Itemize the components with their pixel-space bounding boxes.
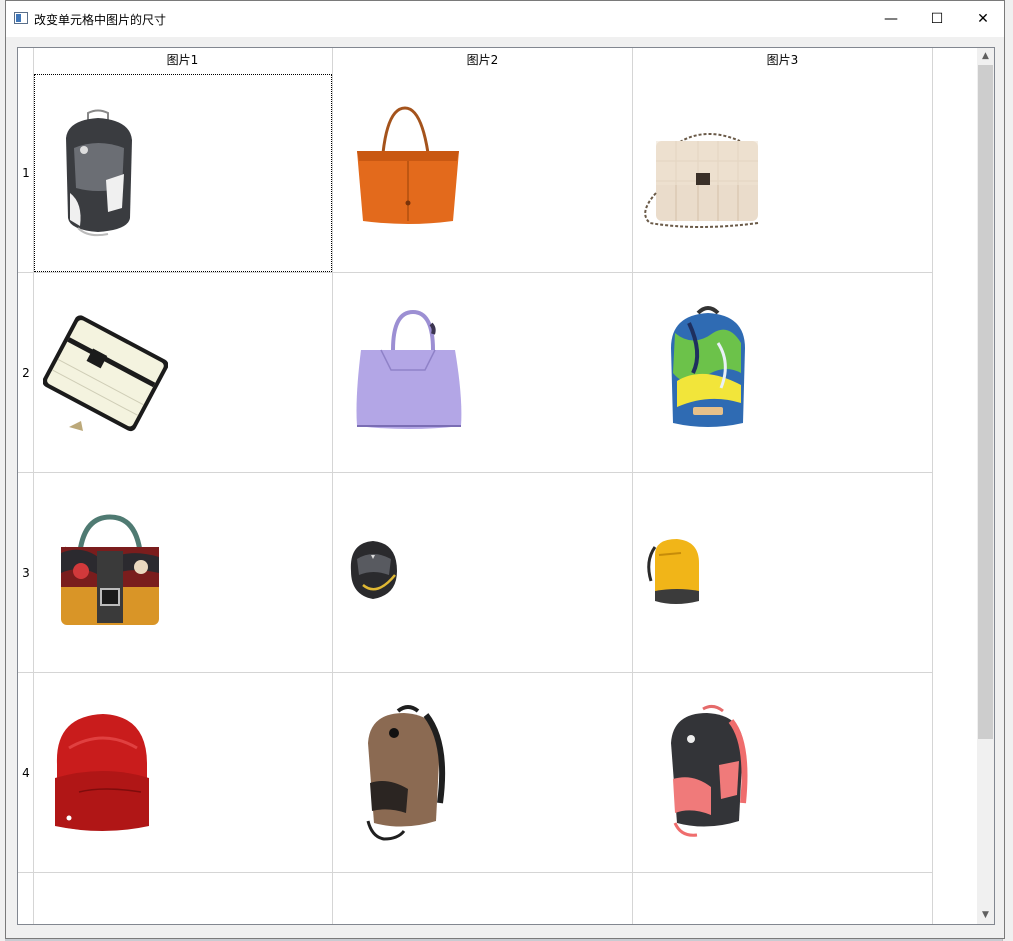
row-header-4[interactable]: 4 — [18, 673, 34, 873]
minimize-button[interactable]: — — [868, 1, 914, 37]
app-icon — [14, 12, 28, 24]
grid-cell-r5c2[interactable] — [333, 873, 633, 924]
window-title: 改变单元格中图片的尺寸 — [34, 13, 167, 27]
column-header-2[interactable]: 图片2 — [333, 48, 633, 73]
row-header-1[interactable]: 1 — [18, 73, 34, 273]
scroll-up-button[interactable]: ▲ — [977, 48, 994, 65]
maximize-button[interactable]: ☐ — [914, 1, 960, 37]
vertical-scrollbar[interactable]: ▲ ▼ — [977, 48, 994, 924]
grid-cell-r5c1[interactable] — [33, 873, 333, 924]
red-backpack-image — [55, 714, 149, 831]
orange-tote-image — [357, 106, 459, 224]
grid-cell-r3c3[interactable] — [633, 473, 933, 673]
lavender-handbag-image — [356, 309, 462, 429]
pink-black-backpack-image — [671, 704, 748, 837]
row-header-2[interactable]: 2 — [18, 273, 34, 473]
column-header-1[interactable]: 图片1 — [33, 48, 333, 73]
brown-backpack-image — [366, 705, 446, 841]
grid-cell-r2c2[interactable] — [333, 273, 633, 473]
grid-cell-r2c3[interactable] — [633, 273, 933, 473]
black-helmet-backpack-image — [350, 541, 397, 599]
title-bar[interactable]: 改变单元格中图片的尺寸 — ☐ ✕ — [6, 1, 1004, 37]
grid-cell-r3c1[interactable] — [33, 473, 333, 673]
column-header-3[interactable]: 图片3 — [633, 48, 933, 73]
scroll-down-button[interactable]: ▼ — [977, 907, 994, 924]
grid-cell-r2c1[interactable] — [33, 273, 333, 473]
gray-backpack-image — [66, 109, 132, 237]
scroll-thumb[interactable] — [978, 65, 993, 739]
grid-cell-r1c2[interactable] — [333, 73, 633, 273]
yellow-backpack-image — [647, 539, 699, 604]
close-button[interactable]: ✕ — [960, 1, 1006, 37]
row-header-5[interactable] — [18, 873, 34, 924]
patterned-handbag-image — [61, 514, 159, 626]
grid-cell-r4c1[interactable] — [33, 673, 333, 873]
grid-cell-r1c1[interactable] — [33, 73, 333, 273]
app-window: 改变单元格中图片的尺寸 — ☐ ✕ 图片1 图片2 图片3 1 2 3 4 ▲ … — [5, 0, 1005, 939]
grid-cell-r3c2[interactable] — [333, 473, 633, 673]
grid-cell-r4c3[interactable] — [633, 673, 933, 873]
grid-cell-r5c3[interactable] — [633, 873, 933, 924]
cream-chain-bag-image — [644, 132, 759, 228]
grid-cell-r1c3[interactable] — [633, 73, 933, 273]
data-grid[interactable]: 图片1 图片2 图片3 1 2 3 4 ▲ ▼ — [17, 47, 995, 925]
row-header-3[interactable]: 3 — [18, 473, 34, 673]
cream-wallet-image — [43, 315, 168, 432]
colorful-backpack-image — [671, 306, 745, 427]
grid-cell-r4c2[interactable] — [333, 673, 633, 873]
